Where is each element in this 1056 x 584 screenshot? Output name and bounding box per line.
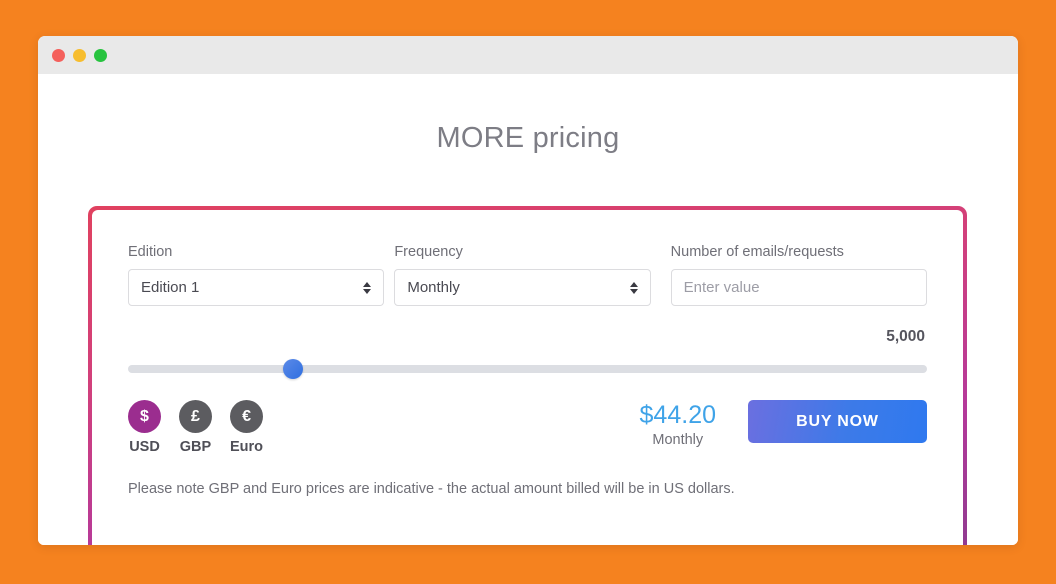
window-titlebar [38, 36, 1018, 74]
currency-label-gbp: GBP [179, 439, 212, 455]
number-input-placeholder: Enter value [683, 279, 760, 296]
pricing-panel: Edition Edition 1 Frequency Monthly Numb… [92, 210, 963, 545]
slider-handle[interactable] [282, 359, 303, 379]
page-content: MORE pricing Edition Edition 1 Frequency… [38, 74, 1018, 545]
dollar-icon: $ [128, 400, 161, 433]
buy-now-button[interactable]: BUY NOW [748, 400, 927, 443]
pound-icon: £ [179, 400, 212, 433]
currency-label-euro: Euro [230, 439, 264, 455]
close-window-button[interactable] [52, 48, 65, 62]
edition-select-value: Edition 1 [141, 279, 200, 296]
purchase-row: $ USD £ GBP € Euro $44.20 Monthly BUY NO… [128, 400, 927, 455]
price-and-cta: $44.20 Monthly BUY NOW [640, 400, 927, 448]
slider-value-display: 5,000 [886, 328, 925, 345]
currency-note: Please note GBP and Euro prices are indi… [128, 481, 735, 497]
edition-field-group: Edition Edition 1 [128, 244, 385, 306]
frequency-select[interactable]: Monthly [394, 269, 651, 306]
currency-option-usd[interactable]: $ USD [128, 400, 161, 455]
chevron-updown-icon [363, 281, 372, 294]
currency-option-euro[interactable]: € Euro [230, 400, 263, 455]
price-amount: $44.20 [639, 401, 716, 429]
maximize-window-button[interactable] [94, 48, 107, 62]
edition-label: Edition [128, 244, 173, 260]
currency-option-gbp[interactable]: £ GBP [179, 400, 212, 455]
browser-window: MORE pricing Edition Edition 1 Frequency… [38, 36, 1018, 545]
price-period: Monthly [652, 432, 704, 449]
frequency-label: Frequency [394, 244, 463, 260]
number-field-group: Number of emails/requests Enter value [670, 244, 927, 306]
euro-icon: € [230, 400, 264, 433]
edition-select[interactable]: Edition 1 [128, 269, 385, 306]
currency-label-usd: USD [129, 439, 160, 455]
minimize-window-button[interactable] [73, 48, 86, 62]
chevron-updown-icon [629, 281, 638, 294]
frequency-select-value: Monthly [407, 279, 460, 296]
price-block: $44.20 Monthly [639, 400, 716, 449]
number-input[interactable]: Enter value [670, 269, 927, 306]
form-fields-row: Edition Edition 1 Frequency Monthly Numb… [128, 244, 927, 306]
slider-track[interactable] [128, 365, 927, 373]
frequency-field-group: Frequency Monthly [394, 244, 651, 306]
currency-selector: $ USD £ GBP € Euro [128, 400, 263, 455]
number-label: Number of emails/requests [670, 244, 844, 260]
quantity-slider[interactable] [128, 358, 927, 380]
pricing-panel-border: Edition Edition 1 Frequency Monthly Numb… [88, 206, 967, 545]
page-title: MORE pricing [436, 122, 620, 154]
